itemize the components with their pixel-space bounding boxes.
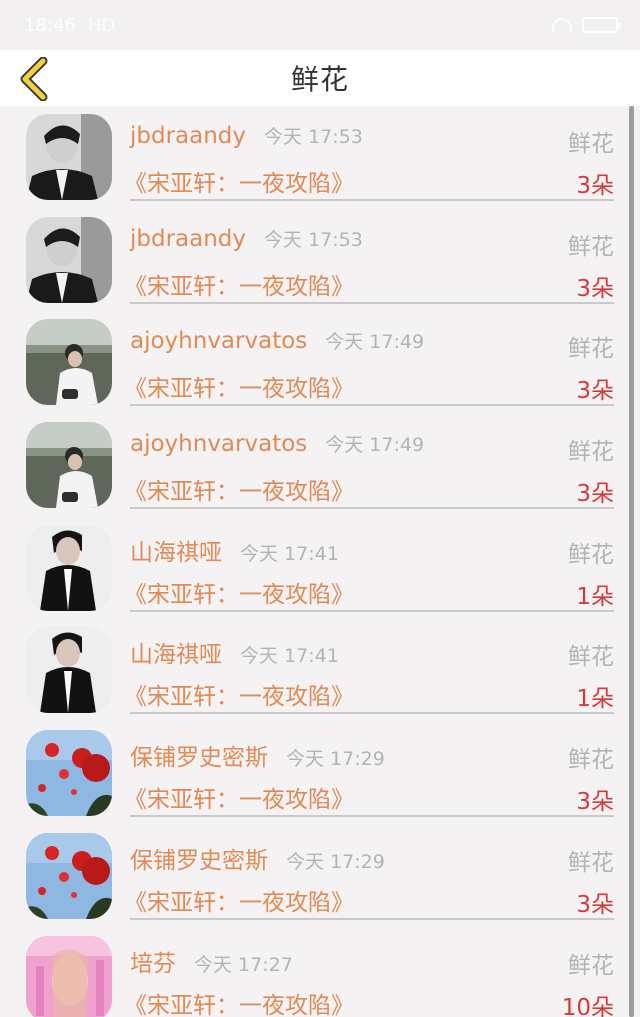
list-item-content: 山海祺哑 今天 17:41 鲜花 《宋亚轩：一夜攻陷》 1朵 (124, 619, 614, 715)
back-button[interactable] (14, 56, 54, 102)
username[interactable]: 培芬 (130, 944, 176, 978)
gift-type: 鲜花 (568, 644, 614, 671)
gift-count: 3朵 (576, 275, 614, 302)
gift-type: 鲜花 (568, 541, 614, 568)
gift-type: 鲜花 (568, 952, 614, 979)
book-title[interactable]: 《宋亚轩：一夜攻陷》 (124, 883, 354, 917)
avatar[interactable] (26, 422, 112, 509)
username[interactable]: jbdraandy (130, 226, 246, 252)
flower-list[interactable]: jbdraandy 今天 17:53 鲜花 《宋亚轩：一夜攻陷》 3朵 jbdr… (0, 106, 640, 1017)
status-time: 18:46 (24, 14, 76, 36)
book-title[interactable]: 《宋亚轩：一夜攻陷》 (124, 677, 354, 711)
timestamp: 今天 17:53 (264, 228, 363, 251)
list-item[interactable]: ajoyhnvarvatos 今天 17:49 鲜花 《宋亚轩：一夜攻陷》 3朵 (0, 414, 640, 517)
list-item[interactable]: jbdraandy 今天 17:53 鲜花 《宋亚轩：一夜攻陷》 3朵 (0, 106, 640, 209)
book-title[interactable]: 《宋亚轩：一夜攻陷》 (124, 369, 354, 403)
timestamp: 今天 17:27 (194, 953, 293, 976)
gift-count: 10朵 (561, 994, 614, 1017)
list-item-content: 保铺罗史密斯 今天 17:29 鲜花 《宋亚轩：一夜攻陷》 3朵 (124, 825, 614, 920)
list-item[interactable]: ajoyhnvarvatos 今天 17:49 鲜花 《宋亚轩：一夜攻陷》 3朵 (0, 311, 640, 414)
list-item[interactable]: 培芬 今天 17:27 鲜花 《宋亚轩：一夜攻陷》 10朵 (0, 928, 640, 1017)
list-item-content: ajoyhnvarvatos 今天 17:49 鲜花 《宋亚轩：一夜攻陷》 3朵 (124, 414, 614, 510)
list-item[interactable]: 保铺罗史密斯 今天 17:29 鲜花 《宋亚轩：一夜攻陷》 3朵 (0, 825, 640, 928)
list-item-content: 山海祺哑 今天 17:41 鲜花 《宋亚轩：一夜攻陷》 1朵 (124, 517, 614, 612)
gift-count: 3朵 (576, 173, 614, 199)
app-bar: 鲜花 (0, 50, 640, 106)
username[interactable]: ajoyhnvarvatos (130, 328, 307, 354)
timestamp: 今天 17:49 (325, 331, 425, 354)
timestamp: 今天 17:29 (286, 850, 385, 873)
gift-count: 3朵 (576, 789, 614, 816)
gift-type: 鲜花 (568, 233, 614, 260)
username[interactable]: 保铺罗史密斯 (130, 841, 268, 875)
avatar[interactable] (26, 216, 112, 303)
book-title[interactable]: 《宋亚轩：一夜攻陷》 (124, 575, 354, 609)
gift-count: 1朵 (576, 686, 614, 713)
gift-count: 1朵 (576, 583, 614, 610)
gift-type: 鲜花 (568, 849, 614, 876)
avatar[interactable] (26, 730, 112, 817)
timestamp: 今天 17:29 (286, 748, 385, 771)
battery-icon (582, 17, 621, 33)
status-bar: 18:46 HD (0, 0, 640, 50)
list-item-content: jbdraandy 今天 17:53 鲜花 《宋亚轩：一夜攻陷》 3朵 (124, 106, 614, 201)
chevron-left-icon (20, 57, 48, 101)
username[interactable]: jbdraandy (130, 123, 246, 149)
list-item-content: 培芬 今天 17:27 鲜花 《宋亚轩：一夜攻陷》 10朵 (124, 928, 614, 1017)
gift-count: 3朵 (576, 481, 614, 508)
gift-type: 鲜花 (568, 131, 614, 157)
book-title[interactable]: 《宋亚轩：一夜攻陷》 (124, 164, 354, 198)
username[interactable]: 保铺罗史密斯 (130, 738, 268, 772)
wifi-icon (552, 18, 572, 32)
list-item[interactable]: 山海祺哑 今天 17:41 鲜花 《宋亚轩：一夜攻陷》 1朵 (0, 517, 640, 620)
username[interactable]: 山海祺哑 (130, 533, 222, 567)
page-title: 鲜花 (290, 63, 349, 96)
timestamp: 今天 17:53 (264, 126, 363, 148)
list-item[interactable]: 保铺罗史密斯 今天 17:29 鲜花 《宋亚轩：一夜攻陷》 3朵 (0, 722, 640, 825)
timestamp: 今天 17:41 (240, 645, 339, 668)
list-item-content: ajoyhnvarvatos 今天 17:49 鲜花 《宋亚轩：一夜攻陷》 3朵 (124, 311, 614, 407)
book-title[interactable]: 《宋亚轩：一夜攻陷》 (124, 986, 354, 1017)
list-item-content: jbdraandy 今天 17:53 鲜花 《宋亚轩：一夜攻陷》 3朵 (124, 209, 614, 304)
gift-type: 鲜花 (568, 747, 614, 774)
book-title[interactable]: 《宋亚轩：一夜攻陷》 (124, 780, 354, 814)
timestamp: 今天 17:41 (240, 542, 339, 565)
gift-type: 鲜花 (568, 336, 614, 363)
username[interactable]: 山海祺哑 (130, 635, 222, 669)
book-title[interactable]: 《宋亚轩：一夜攻陷》 (124, 472, 354, 506)
gift-count: 3朵 (576, 891, 614, 918)
avatar[interactable] (26, 832, 112, 919)
username[interactable]: ajoyhnvarvatos (130, 431, 307, 457)
list-item[interactable]: jbdraandy 今天 17:53 鲜花 《宋亚轩：一夜攻陷》 3朵 (0, 209, 640, 312)
list-item[interactable]: 山海祺哑 今天 17:41 鲜花 《宋亚轩：一夜攻陷》 1朵 (0, 619, 640, 722)
avatar[interactable] (26, 627, 112, 714)
timestamp: 今天 17:49 (325, 434, 425, 457)
avatar[interactable] (26, 524, 112, 611)
network-indicator: HD (87, 14, 116, 36)
avatar[interactable] (26, 319, 112, 406)
scrollbar[interactable] (629, 106, 634, 1017)
avatar[interactable] (26, 114, 112, 200)
avatar[interactable] (26, 935, 112, 1017)
gift-type: 鲜花 (568, 439, 614, 466)
gift-count: 3朵 (576, 378, 614, 405)
book-title[interactable]: 《宋亚轩：一夜攻陷》 (124, 267, 354, 301)
list-item-content: 保铺罗史密斯 今天 17:29 鲜花 《宋亚轩：一夜攻陷》 3朵 (124, 722, 614, 818)
